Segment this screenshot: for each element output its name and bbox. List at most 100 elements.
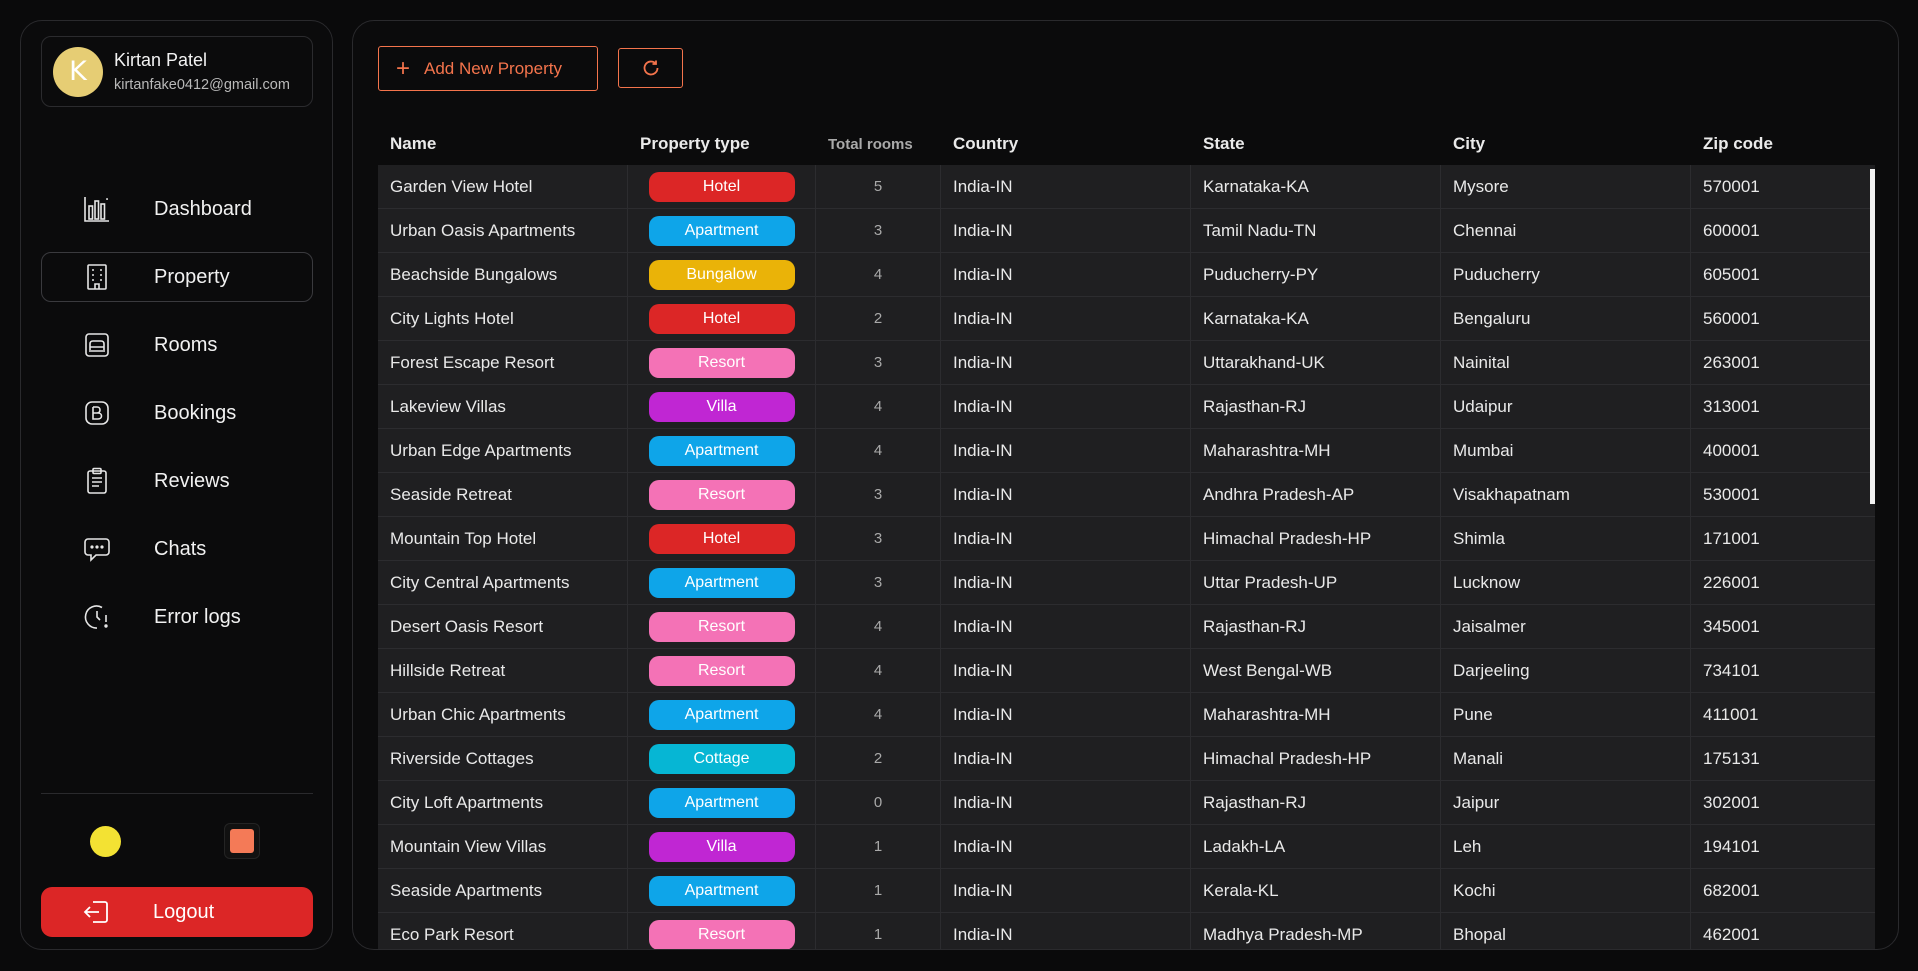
toolbar: + Add New Property [378, 46, 683, 91]
property-type-badge: Resort [648, 655, 795, 686]
cell-property-type: Apartment [628, 693, 816, 736]
cell-state: Himachal Pradesh-HP [1191, 517, 1441, 560]
sidebar-item-chats[interactable]: Chats [41, 524, 313, 574]
property-table: Name Property type Total rooms Country S… [378, 123, 1875, 950]
cell-city: Puducherry [1441, 253, 1691, 296]
cell-zip-code: 682001 [1703, 880, 1760, 900]
property-type-badge: Resort [648, 611, 795, 642]
cell-state: Rajasthan-RJ [1191, 605, 1441, 648]
property-type-badge: Apartment [648, 699, 795, 730]
cell-city: Mumbai [1441, 429, 1691, 472]
cell-name: Urban Chic Apartments [378, 693, 628, 736]
cell-country: India-IN [941, 473, 1191, 516]
column-header-total-rooms[interactable]: Total rooms [816, 136, 941, 153]
sidebar-item-property[interactable]: Property [41, 252, 313, 302]
cell-country: India-IN [941, 825, 1191, 868]
cell-country: India-IN [941, 385, 1191, 428]
table-row[interactable]: City Loft Apartments Apartment 0 India-IN Ra… [378, 781, 1875, 825]
property-type-badge: Hotel [648, 303, 795, 334]
logout-label: Logout [153, 900, 215, 923]
cell-state: Puducherry-PY [1191, 253, 1441, 296]
table-row[interactable]: Riverside Cottages Cottage 2 India-IN Himach… [378, 737, 1875, 781]
accent-color-picker[interactable] [224, 823, 260, 859]
cell-total-rooms: 0 [816, 781, 941, 824]
cell-state: Rajasthan-RJ [1191, 385, 1441, 428]
cell-total-rooms: 5 [816, 165, 941, 208]
table-row[interactable]: Urban Oasis Apartments Apartment 3 India-IN… [378, 209, 1875, 253]
column-header-state[interactable]: State [1191, 134, 1441, 154]
table-body: Garden View Hotel Hotel 5 India-IN Karnataka… [378, 165, 1875, 949]
theme-toggle-sun-icon[interactable] [90, 826, 121, 857]
chat-bubble-icon [84, 538, 110, 562]
vertical-scrollbar[interactable] [1870, 169, 1875, 504]
sidebar-item-label: Bookings [154, 401, 237, 424]
table-row[interactable]: City Central Apartments Apartment 3 India-I… [378, 561, 1875, 605]
sidebar-item-label: Rooms [154, 333, 218, 356]
cell-city: Mysore [1441, 165, 1691, 208]
cell-total-rooms: 3 [816, 473, 941, 516]
cell-state: Karnataka-KA [1191, 297, 1441, 340]
cell-zip-code: 226001 [1703, 572, 1760, 592]
cell-zip-code: 175131 [1703, 748, 1760, 768]
cell-name: City Central Apartments [378, 561, 628, 604]
property-type-badge: Hotel [648, 171, 795, 202]
table-row[interactable]: Forest Escape Resort Resort 3 India-IN Uttar… [378, 341, 1875, 385]
table-row[interactable]: Seaside Apartments Apartment 1 India-IN Kera… [378, 869, 1875, 913]
column-header-city[interactable]: City [1441, 134, 1691, 154]
table-row[interactable]: Lakeview Villas Villa 4 India-IN Rajasthan-R… [378, 385, 1875, 429]
cell-total-rooms: 4 [816, 385, 941, 428]
column-header-zip-code[interactable]: Zip code [1691, 134, 1875, 154]
table-row[interactable]: Desert Oasis Resort Resort 4 India-IN Rajast… [378, 605, 1875, 649]
cell-state: Madhya Pradesh-MP [1191, 913, 1441, 949]
refresh-button[interactable] [618, 48, 683, 88]
horizontal-scrollbar[interactable] [378, 949, 1163, 950]
sidebar-item-rooms[interactable]: Rooms [41, 320, 313, 370]
cell-country: India-IN [941, 869, 1191, 912]
sidebar-item-error-logs[interactable]: Error logs [41, 592, 313, 642]
plus-icon: + [396, 54, 411, 82]
column-header-property-type[interactable]: Property type [628, 134, 816, 154]
user-card[interactable]: K Kirtan Patel kirtanfake0412@gmail.com [41, 36, 313, 107]
theme-controls [41, 821, 313, 861]
cell-zip-code: 400001 [1703, 440, 1760, 460]
cell-zip-code: 194101 [1703, 836, 1760, 856]
column-header-country[interactable]: Country [941, 134, 1191, 154]
table-row[interactable]: City Lights Hotel Hotel 2 India-IN Karnataka… [378, 297, 1875, 341]
table-row[interactable]: Mountain Top Hotel Hotel 3 India-IN Himachal… [378, 517, 1875, 561]
cell-city: Jaisalmer [1441, 605, 1691, 648]
cell-total-rooms: 1 [816, 825, 941, 868]
sidebar-item-bookings[interactable]: Bookings [41, 388, 313, 438]
property-type-badge: Bungalow [648, 259, 795, 290]
table-row[interactable]: Urban Edge Apartments Apartment 4 India-IN M… [378, 429, 1875, 473]
sidebar-item-label: Error logs [154, 605, 241, 628]
cell-country: India-IN [941, 297, 1191, 340]
cell-property-type: Resort [628, 341, 816, 384]
table-row[interactable]: Mountain View Villas Villa 1 India-IN Ladakh… [378, 825, 1875, 869]
logout-button[interactable]: Logout [41, 887, 313, 937]
cell-name: Seaside Apartments [378, 869, 628, 912]
cell-name: City Loft Apartments [378, 781, 628, 824]
table-row[interactable]: Beachside Bungalows Bungalow 4 India-IN Pudu… [378, 253, 1875, 297]
table-header: Name Property type Total rooms Country S… [378, 123, 1875, 165]
user-email: kirtanfake0412@gmail.com [114, 77, 290, 93]
table-row[interactable]: Garden View Hotel Hotel 5 India-IN Karnataka… [378, 165, 1875, 209]
cell-total-rooms: 4 [816, 429, 941, 472]
column-header-name[interactable]: Name [378, 134, 628, 154]
cell-city: Chennai [1441, 209, 1691, 252]
cell-city: Bengaluru [1441, 297, 1691, 340]
table-row[interactable]: Hillside Retreat Resort 4 India-IN West Beng… [378, 649, 1875, 693]
add-property-button[interactable]: + Add New Property [378, 46, 598, 91]
cell-city: Shimla [1441, 517, 1691, 560]
cell-city: Udaipur [1441, 385, 1691, 428]
cell-property-type: Apartment [628, 209, 816, 252]
sidebar-item-reviews[interactable]: Reviews [41, 456, 313, 506]
table-row[interactable]: Urban Chic Apartments Apartment 4 India-IN M… [378, 693, 1875, 737]
cell-total-rooms: 4 [816, 649, 941, 692]
table-row[interactable]: Seaside Retreat Resort 3 India-IN Andhra Pra… [378, 473, 1875, 517]
table-row[interactable]: Eco Park Resort Resort 1 India-IN Madhya Pra… [378, 913, 1875, 949]
cell-name: City Lights Hotel [378, 297, 628, 340]
property-type-badge: Cottage [648, 743, 795, 774]
property-type-badge: Villa [648, 391, 795, 422]
sidebar-item-dashboard[interactable]: Dashboard [41, 184, 313, 234]
user-info: Kirtan Patel kirtanfake0412@gmail.com [114, 50, 290, 93]
